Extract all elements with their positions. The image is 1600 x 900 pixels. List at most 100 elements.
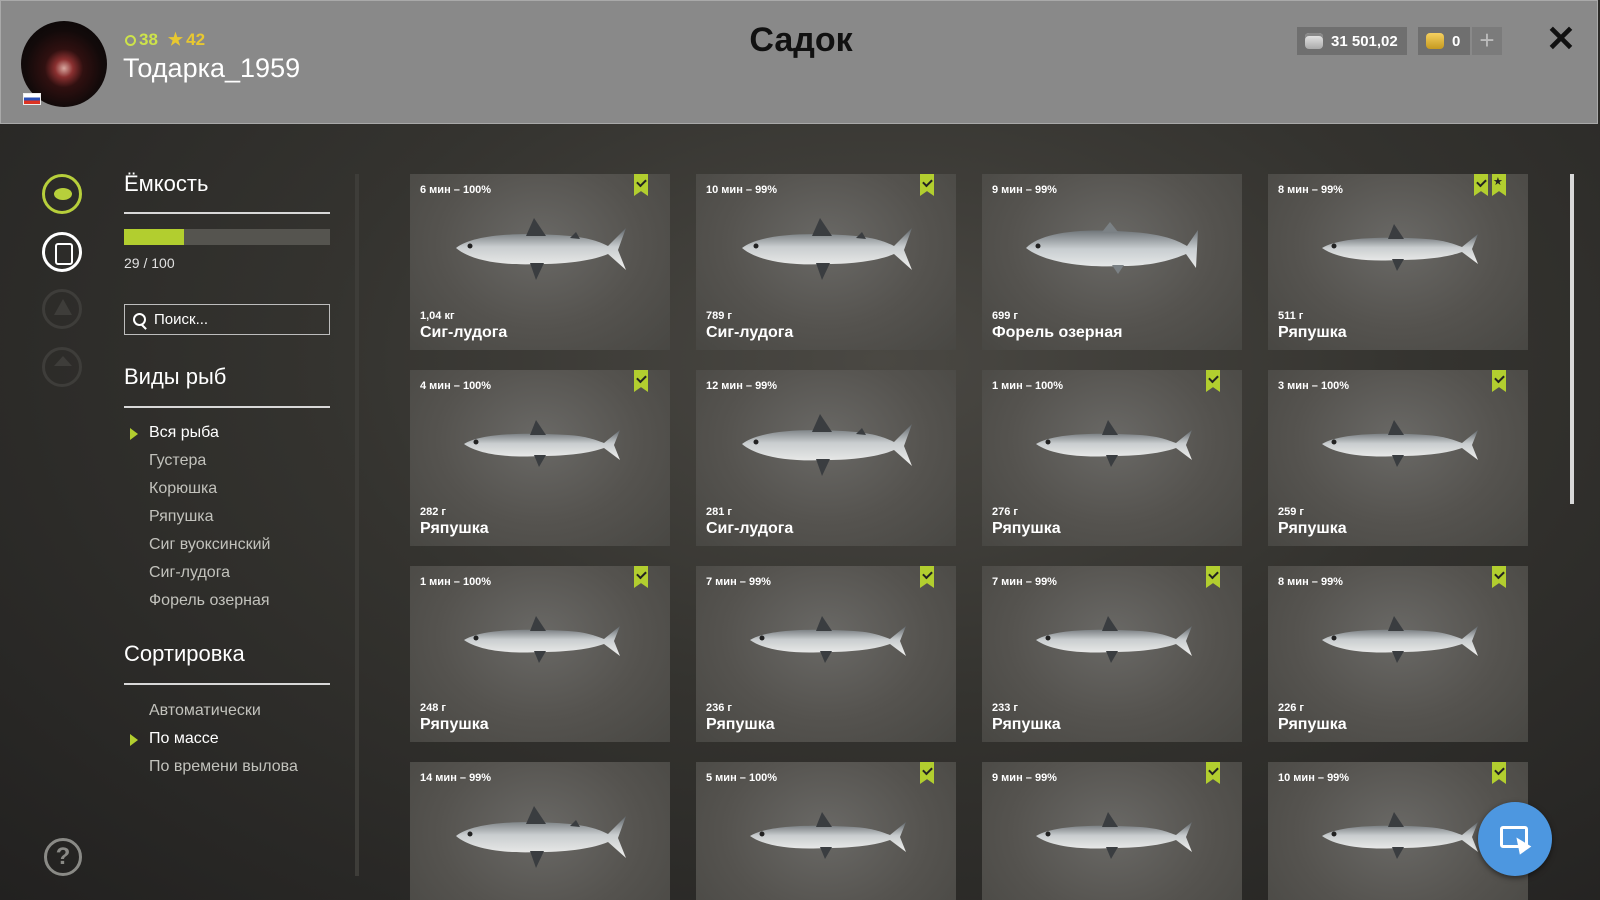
vendace-icon: [1322, 616, 1478, 663]
fish-card[interactable]: 14 мин – 99%: [410, 762, 670, 900]
fish-weight: 259 г: [1278, 506, 1304, 518]
sort-item[interactable]: Автоматически: [124, 697, 298, 725]
fish-weight: 226 г: [1278, 702, 1304, 714]
search-input[interactable]: [152, 310, 326, 329]
search-icon: [133, 313, 146, 326]
catch-time: 8 мин – 99%: [1278, 184, 1343, 196]
fish-name: Ряпушка: [1278, 716, 1347, 733]
fish-weight: 789 г: [706, 310, 732, 322]
fish-name: Ряпушка: [1278, 520, 1347, 537]
catch-time: 5 мин – 100%: [706, 772, 778, 784]
bookmark-icon[interactable]: [1474, 174, 1488, 196]
fish-name: Ряпушка: [420, 520, 489, 537]
whitefish-icon: [742, 218, 912, 280]
species-item[interactable]: Сиг вуоксинский: [124, 531, 270, 559]
bookmark-icon[interactable]: [920, 762, 934, 784]
catch-time: 8 мин – 99%: [1278, 576, 1343, 588]
bookmark-icon[interactable]: [920, 174, 934, 196]
silver-balance: 31 501,02: [1297, 27, 1407, 55]
sort-item[interactable]: По времени вылова: [124, 753, 298, 781]
species-item[interactable]: Корюшка: [124, 475, 270, 503]
capacity-count: 29 / 100: [124, 255, 175, 271]
fish-card[interactable]: 7 мин – 99% 236 г Ряпушка: [696, 566, 956, 742]
catch-time: 1 мин – 100%: [420, 576, 492, 588]
gold-coins-icon: [1426, 33, 1444, 49]
bookmark-icon[interactable]: [1492, 370, 1506, 392]
silver-coins-icon: [1305, 33, 1323, 49]
species-item[interactable]: Форель озерная: [124, 587, 270, 615]
fish-card[interactable]: 1 мин – 100% 276 г Ряпушка: [982, 370, 1242, 546]
home-icon[interactable]: [42, 347, 82, 387]
bookmark-icon[interactable]: [1206, 762, 1220, 784]
vendace-icon: [464, 616, 620, 663]
sort-item-label: Автоматически: [149, 702, 261, 719]
species-list: Вся рыба Густера Корюшка Ряпушка Сиг вуоксин…: [124, 419, 270, 615]
fish-card[interactable]: 5 мин – 100%: [696, 762, 956, 900]
fish-weight: 699 г: [992, 310, 1018, 322]
bookmark-icon[interactable]: [1492, 762, 1506, 784]
bookmark-icon[interactable]: [634, 370, 648, 392]
fish-name: Сиг-лудога: [706, 324, 794, 341]
fish-icon[interactable]: [42, 174, 82, 214]
search-box[interactable]: [124, 304, 330, 335]
country-flag-icon: [23, 93, 41, 105]
bookmark-icon[interactable]: [1206, 370, 1220, 392]
species-item[interactable]: Вся рыба: [124, 419, 270, 447]
species-item-label: Сиг вуоксинский: [149, 536, 271, 553]
species-item[interactable]: Сиг-лудога: [124, 559, 270, 587]
species-item-label: Сиг-лудога: [149, 564, 231, 581]
cursor-select-icon[interactable]: [1478, 802, 1552, 876]
fish-card[interactable]: 9 мин – 99%: [982, 762, 1242, 900]
gold-amount: 0: [1452, 32, 1461, 50]
bookmark-icon[interactable]: [634, 174, 648, 196]
fish-card[interactable]: 10 мин – 99% 789 г Сиг-лудога: [696, 174, 956, 350]
fish-grid: 6 мин – 100% 1,04 кг Сиг-лудога 10 мин – 99…: [410, 174, 1550, 900]
capacity-title: Ёмкость: [124, 171, 209, 196]
fish-name: Ряпушка: [992, 716, 1061, 733]
fish-card[interactable]: 1 мин – 100% 248 г Ряпушка: [410, 566, 670, 742]
vendace-icon: [464, 420, 620, 467]
bookmark-icon[interactable]: [634, 566, 648, 588]
fish-card[interactable]: 12 мин – 99% 281 г Сиг-лудога: [696, 370, 956, 546]
capacity-bar: [124, 229, 330, 245]
keepnet-icon[interactable]: [42, 232, 82, 272]
catch-time: 9 мин – 99%: [992, 184, 1057, 196]
fish-card[interactable]: 4 мин – 100% 282 г Ряпушка: [410, 370, 670, 546]
bookmark-icon[interactable]: [1492, 566, 1506, 588]
favorite-star-icon[interactable]: [1492, 174, 1506, 196]
fish-card[interactable]: 9 мин – 99% 699 г Форель озерная: [982, 174, 1242, 350]
vendace-icon: [1036, 812, 1192, 859]
add-gold-button[interactable]: +: [1472, 27, 1502, 55]
vendace-icon: [750, 812, 906, 859]
sorting-list: Автоматически По массе По времени вылова: [124, 697, 298, 781]
whitefish-icon: [742, 414, 912, 476]
catch-time: 4 мин – 100%: [420, 380, 492, 392]
species-item[interactable]: Густера: [124, 447, 270, 475]
fish-name: Форель озерная: [992, 324, 1123, 341]
gold-balance: 0: [1418, 27, 1470, 55]
fish-card[interactable]: 3 мин – 100% 259 г Ряпушка: [1268, 370, 1528, 546]
catch-time: 7 мин – 99%: [706, 576, 771, 588]
fish-card[interactable]: 8 мин – 99% 226 г Ряпушка: [1268, 566, 1528, 742]
bookmark-icon[interactable]: [920, 566, 934, 588]
grid-scrollbar[interactable]: [1570, 174, 1574, 504]
top-bar: 38 ★ 42 Тодарка_1959 Садок 31 501,02 0 + …: [0, 0, 1598, 124]
help-icon[interactable]: ?: [44, 838, 82, 876]
fish-card[interactable]: 8 мин – 99% 511 г Ряпушка: [1268, 174, 1528, 350]
fish-weight: 1,04 кг: [420, 310, 455, 322]
vendace-icon: [1322, 812, 1478, 859]
divider: [124, 212, 330, 214]
species-item[interactable]: Ряпушка: [124, 503, 270, 531]
fish-card[interactable]: 6 мин – 100% 1,04 кг Сиг-лудога: [410, 174, 670, 350]
divider: [124, 683, 330, 685]
sort-item[interactable]: По массе: [124, 725, 298, 753]
bookmark-icon[interactable]: [1206, 566, 1220, 588]
close-icon[interactable]: ✕: [1545, 21, 1577, 57]
species-item-label: Ряпушка: [149, 508, 214, 525]
fish-card[interactable]: 7 мин – 99% 233 г Ряпушка: [982, 566, 1242, 742]
tent-icon[interactable]: [42, 289, 82, 329]
fish-weight: 236 г: [706, 702, 732, 714]
species-item-label: Вся рыба: [149, 424, 219, 441]
catch-time: 10 мин – 99%: [706, 184, 778, 196]
catch-time: 7 мин – 99%: [992, 576, 1057, 588]
